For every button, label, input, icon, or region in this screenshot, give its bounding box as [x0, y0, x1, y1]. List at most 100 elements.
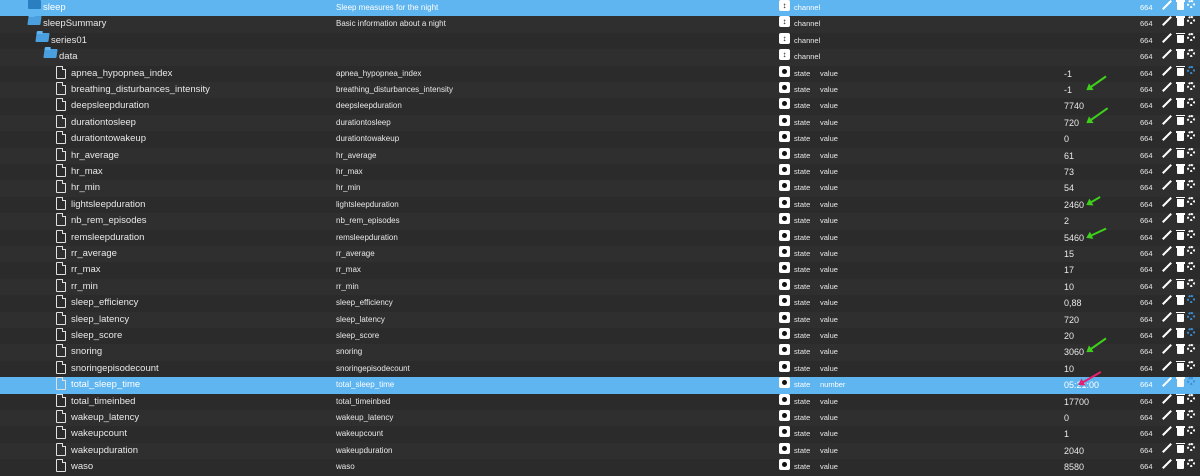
object-id[interactable]: rr_min: [71, 279, 98, 295]
delete-trash-icon[interactable]: [1176, 377, 1186, 388]
edit-pencil-icon[interactable]: [1162, 410, 1172, 420]
settings-gear-icon[interactable]: [1187, 213, 1195, 222]
delete-trash-icon[interactable]: [1176, 311, 1186, 322]
file-icon[interactable]: [56, 278, 66, 292]
settings-gear-icon[interactable]: [1187, 0, 1195, 8]
settings-gear-icon[interactable]: [1187, 278, 1195, 287]
object-value[interactable]: 1: [1064, 426, 1069, 442]
object-value[interactable]: 10: [1064, 361, 1074, 377]
file-icon[interactable]: [56, 410, 66, 423]
object-id[interactable]: rr_max: [71, 262, 101, 278]
edit-pencil-icon[interactable]: [1162, 131, 1172, 141]
edit-pencil-icon[interactable]: [1162, 377, 1172, 387]
edit-pencil-icon[interactable]: [1162, 16, 1172, 26]
object-value[interactable]: 0,88: [1064, 295, 1082, 311]
settings-gear-icon[interactable]: [1187, 344, 1195, 353]
edit-pencil-icon[interactable]: [1162, 262, 1172, 272]
object-value[interactable]: 2460: [1064, 197, 1084, 213]
delete-trash-icon[interactable]: [1176, 262, 1186, 273]
file-icon[interactable]: [56, 426, 66, 440]
delete-trash-icon[interactable]: [1176, 147, 1186, 158]
tree-row-total-sleep-time[interactable]: total_sleep_time total_sleep_time state num…: [0, 377, 1200, 394]
tree-row-apnea-hypopnea-index[interactable]: apnea_hypopnea_index apnea_hypopnea_index…: [0, 65, 1200, 82]
object-value[interactable]: 2040: [1064, 443, 1084, 459]
edit-pencil-icon[interactable]: [1162, 230, 1172, 240]
delete-trash-icon[interactable]: [1176, 459, 1186, 470]
delete-trash-icon[interactable]: [1176, 278, 1186, 289]
edit-pencil-icon[interactable]: [1162, 0, 1172, 10]
object-id[interactable]: waso: [71, 459, 93, 475]
tree-row-rr-min[interactable]: rr_min rr_min state value 10 664: [0, 278, 1200, 296]
delete-trash-icon[interactable]: [1176, 246, 1186, 256]
object-value[interactable]: -1: [1064, 66, 1072, 82]
delete-trash-icon[interactable]: [1176, 213, 1186, 224]
object-id[interactable]: hr_average: [71, 148, 119, 164]
object-id[interactable]: remsleepduration: [71, 230, 144, 246]
object-value[interactable]: 10: [1064, 279, 1074, 295]
file-icon[interactable]: [56, 98, 66, 112]
folder-icon[interactable]: [28, 0, 41, 9]
delete-trash-icon[interactable]: [1176, 0, 1186, 10]
tree-row-rr-average[interactable]: rr_average rr_average state value 15 664: [0, 246, 1200, 263]
settings-gear-icon[interactable]: [1187, 147, 1195, 156]
delete-trash-icon[interactable]: [1176, 32, 1186, 43]
object-id[interactable]: sleep_score: [71, 328, 122, 344]
settings-gear-icon[interactable]: [1187, 180, 1195, 189]
edit-pencil-icon[interactable]: [1162, 148, 1172, 158]
delete-trash-icon[interactable]: [1176, 16, 1186, 27]
settings-gear-icon[interactable]: [1187, 377, 1195, 386]
settings-gear-icon[interactable]: [1187, 196, 1195, 205]
object-id[interactable]: snoring: [71, 344, 102, 360]
object-value[interactable]: 2: [1064, 213, 1069, 229]
delete-trash-icon[interactable]: [1176, 49, 1186, 60]
edit-pencil-icon[interactable]: [1162, 213, 1172, 223]
object-value[interactable]: 17: [1064, 262, 1074, 278]
edit-pencil-icon[interactable]: [1162, 164, 1172, 174]
edit-pencil-icon[interactable]: [1162, 328, 1172, 338]
folder-open-icon[interactable]: [27, 16, 42, 26]
tree-row-deepsleepduration[interactable]: deepsleepduration deepsleepduration state v…: [0, 98, 1200, 114]
object-value[interactable]: 8580: [1064, 459, 1084, 475]
tree-row-remsleepduration[interactable]: remsleepduration remsleepduration state val…: [0, 229, 1200, 246]
object-value[interactable]: 5460: [1064, 230, 1084, 246]
tree-row-sleep[interactable]: sleep Sleep measures for the night ↕ channe…: [0, 0, 1200, 17]
settings-gear-icon[interactable]: [1187, 49, 1195, 58]
settings-gear-icon[interactable]: [1187, 164, 1195, 172]
edit-pencil-icon[interactable]: [1162, 394, 1172, 404]
object-value[interactable]: 720: [1064, 312, 1079, 328]
object-id[interactable]: series01: [51, 33, 87, 49]
tree-row-wakeupduration[interactable]: wakeupduration wakeupduration state value 20…: [0, 442, 1200, 460]
object-id[interactable]: total_sleep_time: [71, 377, 140, 393]
delete-trash-icon[interactable]: [1176, 393, 1186, 404]
object-id[interactable]: apnea_hypopnea_index: [71, 66, 172, 82]
object-id[interactable]: total_timeinbed: [71, 394, 135, 410]
settings-gear-icon[interactable]: [1187, 32, 1195, 41]
tree-row-snoringepisodecount[interactable]: snoringepisodecount snoringepisodecount st…: [0, 360, 1200, 377]
delete-trash-icon[interactable]: [1176, 328, 1186, 338]
file-icon[interactable]: [56, 164, 66, 177]
tree-row-hr-max[interactable]: hr_max hr_max state value 73 664: [0, 164, 1200, 180]
delete-trash-icon[interactable]: [1176, 426, 1186, 437]
folder-open-icon[interactable]: [43, 49, 58, 59]
edit-pencil-icon[interactable]: [1162, 180, 1172, 190]
delete-trash-icon[interactable]: [1176, 82, 1186, 92]
object-value[interactable]: 17700: [1064, 394, 1089, 410]
object-id[interactable]: durationtosleep: [71, 115, 136, 131]
delete-trash-icon[interactable]: [1176, 98, 1186, 109]
edit-pencil-icon[interactable]: [1162, 115, 1172, 125]
tree-row-durationtosleep[interactable]: durationtosleep durationtosleep state value…: [0, 114, 1200, 132]
object-id[interactable]: data: [59, 49, 78, 65]
delete-trash-icon[interactable]: [1176, 360, 1186, 371]
file-icon[interactable]: [56, 246, 66, 259]
settings-gear-icon[interactable]: [1187, 311, 1195, 320]
edit-pencil-icon[interactable]: [1162, 66, 1172, 76]
settings-gear-icon[interactable]: [1187, 426, 1195, 435]
settings-gear-icon[interactable]: [1187, 360, 1195, 369]
object-value[interactable]: 0: [1064, 131, 1069, 147]
object-id[interactable]: sleep_efficiency: [71, 295, 138, 311]
object-value[interactable]: 7740: [1064, 98, 1084, 114]
object-value[interactable]: 20: [1064, 328, 1074, 344]
delete-trash-icon[interactable]: [1176, 65, 1186, 76]
settings-gear-icon[interactable]: [1187, 98, 1195, 107]
tree-row-waso[interactable]: waso waso state value 8580 664: [0, 459, 1200, 475]
